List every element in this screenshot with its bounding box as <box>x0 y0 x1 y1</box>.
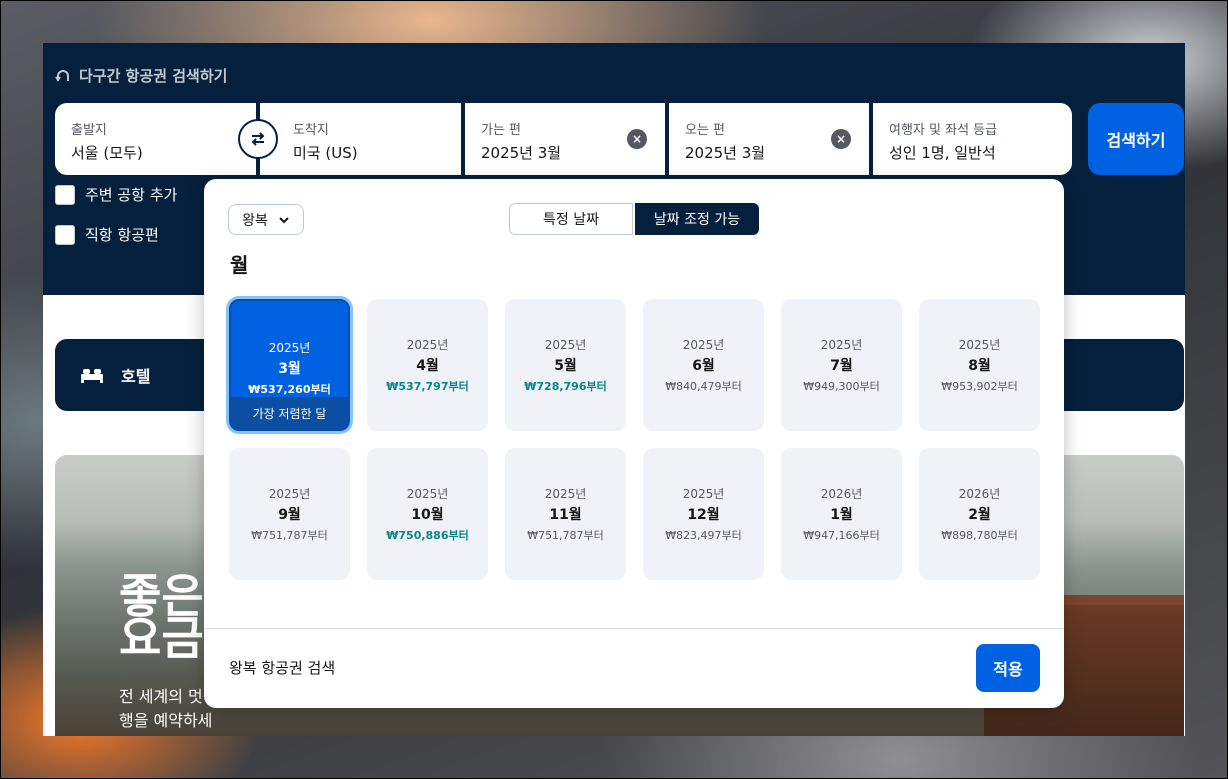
month-year: 2026년 <box>820 487 863 501</box>
month-name: 4월 <box>416 358 439 374</box>
month-year: 2025년 <box>406 338 449 352</box>
month-card[interactable]: 2025년 3월 ₩537,260부터 가장 저렴한 달 <box>229 299 350 431</box>
travellers-value: 성인 1명, 일반석 <box>889 144 996 162</box>
month-name: 10월 <box>411 507 444 523</box>
month-year: 2025년 <box>958 338 1001 352</box>
multicity-label: 다구간 항공권 검색하기 <box>79 67 228 85</box>
tab-flexible-date[interactable]: 날짜 조정 가능 <box>635 203 759 235</box>
month-year: 2025년 <box>268 487 311 501</box>
month-card[interactable]: 2025년 10월 ₩750,886부터 <box>367 448 488 580</box>
chevron-down-icon <box>279 216 289 223</box>
return-label: 오는 편 <box>685 123 726 138</box>
destination-value: 미국 (US) <box>293 144 358 162</box>
month-year: 2025년 <box>406 487 449 501</box>
month-year: 2025년 <box>682 338 725 352</box>
multicity-icon <box>55 69 69 82</box>
month-price: ₩953,902부터 <box>941 380 1018 393</box>
swap-icon <box>251 132 265 146</box>
month-year: 2026년 <box>958 487 1001 501</box>
roundtrip-search-text: 왕복 항공권 검색 <box>229 659 336 677</box>
month-year: 2025년 <box>820 338 863 352</box>
month-price: ₩537,260부터 <box>248 383 331 396</box>
month-price: ₩728,796부터 <box>524 380 607 393</box>
month-grid: 2025년 3월 ₩537,260부터 가장 저렴한 달 2025년 4월 ₩5… <box>229 299 1040 580</box>
tab-specific-date[interactable]: 특정 날짜 <box>509 203 633 235</box>
nearby-airports-option[interactable]: 주변 공항 추가 <box>55 184 177 205</box>
clear-depart-icon[interactable]: × <box>627 129 647 149</box>
month-name: 2월 <box>968 507 991 523</box>
travellers-label: 여행자 및 좌석 등급 <box>889 123 998 138</box>
nearby-airports-label: 주변 공항 추가 <box>85 186 178 204</box>
trip-type-value: 왕복 <box>242 212 268 229</box>
month-card[interactable]: 2026년 1월 ₩947,166부터 <box>781 448 902 580</box>
month-price: ₩898,780부터 <box>941 529 1018 542</box>
direct-flights-label: 직항 항공편 <box>85 226 159 244</box>
direct-flights-option[interactable]: 직항 항공편 <box>55 224 159 245</box>
month-name: 5월 <box>554 358 577 374</box>
month-year: 2025년 <box>268 341 311 355</box>
month-picker-popover: 왕복 특정 날짜 날짜 조정 가능 월 2025년 3월 ₩537,260부터 … <box>204 179 1064 708</box>
month-price: ₩751,787부터 <box>527 529 604 542</box>
month-price: ₩840,479부터 <box>665 380 742 393</box>
month-price: ₩751,787부터 <box>251 529 328 542</box>
cheapest-badge: 가장 저렴한 달 <box>231 397 348 429</box>
month-year: 2025년 <box>544 338 587 352</box>
month-card[interactable]: 2025년 12월 ₩823,497부터 <box>643 448 764 580</box>
month-year: 2025년 <box>682 487 725 501</box>
month-price: ₩947,166부터 <box>803 529 880 542</box>
month-card[interactable]: 2025년 4월 ₩537,797부터 <box>367 299 488 431</box>
depart-label: 가는 편 <box>481 123 522 138</box>
trip-type-select[interactable]: 왕복 <box>228 204 304 235</box>
month-name: 3월 <box>278 361 301 377</box>
month-card[interactable]: 2025년 8월 ₩953,902부터 <box>919 299 1040 431</box>
month-price: ₩750,886부터 <box>386 529 469 542</box>
origin-label: 출발지 <box>71 123 107 138</box>
month-name: 1월 <box>830 507 853 523</box>
hotel-tab-label: 호텔 <box>121 367 151 386</box>
month-card[interactable]: 2025년 5월 ₩728,796부터 <box>505 299 626 431</box>
month-card[interactable]: 2026년 2월 ₩898,780부터 <box>919 448 1040 580</box>
month-name: 9월 <box>278 507 301 523</box>
origin-field[interactable]: 출발지 서울 (모두) <box>55 103 256 175</box>
return-field[interactable]: 오는 편 2025년 3월 × <box>669 103 869 175</box>
depart-value: 2025년 3월 <box>481 144 562 162</box>
search-button[interactable]: 검색하기 <box>1088 103 1184 175</box>
destination-label: 도착지 <box>293 123 329 138</box>
return-value: 2025년 3월 <box>685 144 766 162</box>
travellers-field[interactable]: 여행자 및 좌석 등급 성인 1명, 일반석 <box>873 103 1072 175</box>
month-card[interactable]: 2025년 11월 ₩751,787부터 <box>505 448 626 580</box>
month-price: ₩823,497부터 <box>665 529 742 542</box>
month-name: 11월 <box>549 507 582 523</box>
apply-button[interactable]: 적용 <box>976 644 1040 692</box>
month-card[interactable]: 2025년 7월 ₩949,300부터 <box>781 299 902 431</box>
month-card[interactable]: 2025년 9월 ₩751,787부터 <box>229 448 350 580</box>
month-name: 6월 <box>692 358 715 374</box>
swap-button[interactable] <box>238 119 278 159</box>
destination-field[interactable]: 도착지 미국 (US) <box>260 103 461 175</box>
month-price: ₩537,797부터 <box>386 380 469 393</box>
month-name: 8월 <box>968 358 991 374</box>
origin-value: 서울 (모두) <box>71 144 143 162</box>
direct-flights-checkbox[interactable] <box>55 224 75 245</box>
clear-return-icon[interactable]: × <box>831 129 851 149</box>
popover-divider <box>204 628 1064 629</box>
month-name: 12월 <box>687 507 720 523</box>
multicity-link[interactable]: 다구간 항공권 검색하기 <box>55 65 227 86</box>
month-heading: 월 <box>230 253 249 277</box>
date-mode-toggle: 특정 날짜 날짜 조정 가능 <box>509 203 759 235</box>
month-price: ₩949,300부터 <box>803 380 880 393</box>
month-year: 2025년 <box>544 487 587 501</box>
nearby-airports-checkbox[interactable] <box>55 184 75 205</box>
month-card[interactable]: 2025년 6월 ₩840,479부터 <box>643 299 764 431</box>
month-name: 7월 <box>830 358 853 374</box>
bed-icon <box>81 369 103 383</box>
depart-field[interactable]: 가는 편 2025년 3월 × <box>465 103 665 175</box>
